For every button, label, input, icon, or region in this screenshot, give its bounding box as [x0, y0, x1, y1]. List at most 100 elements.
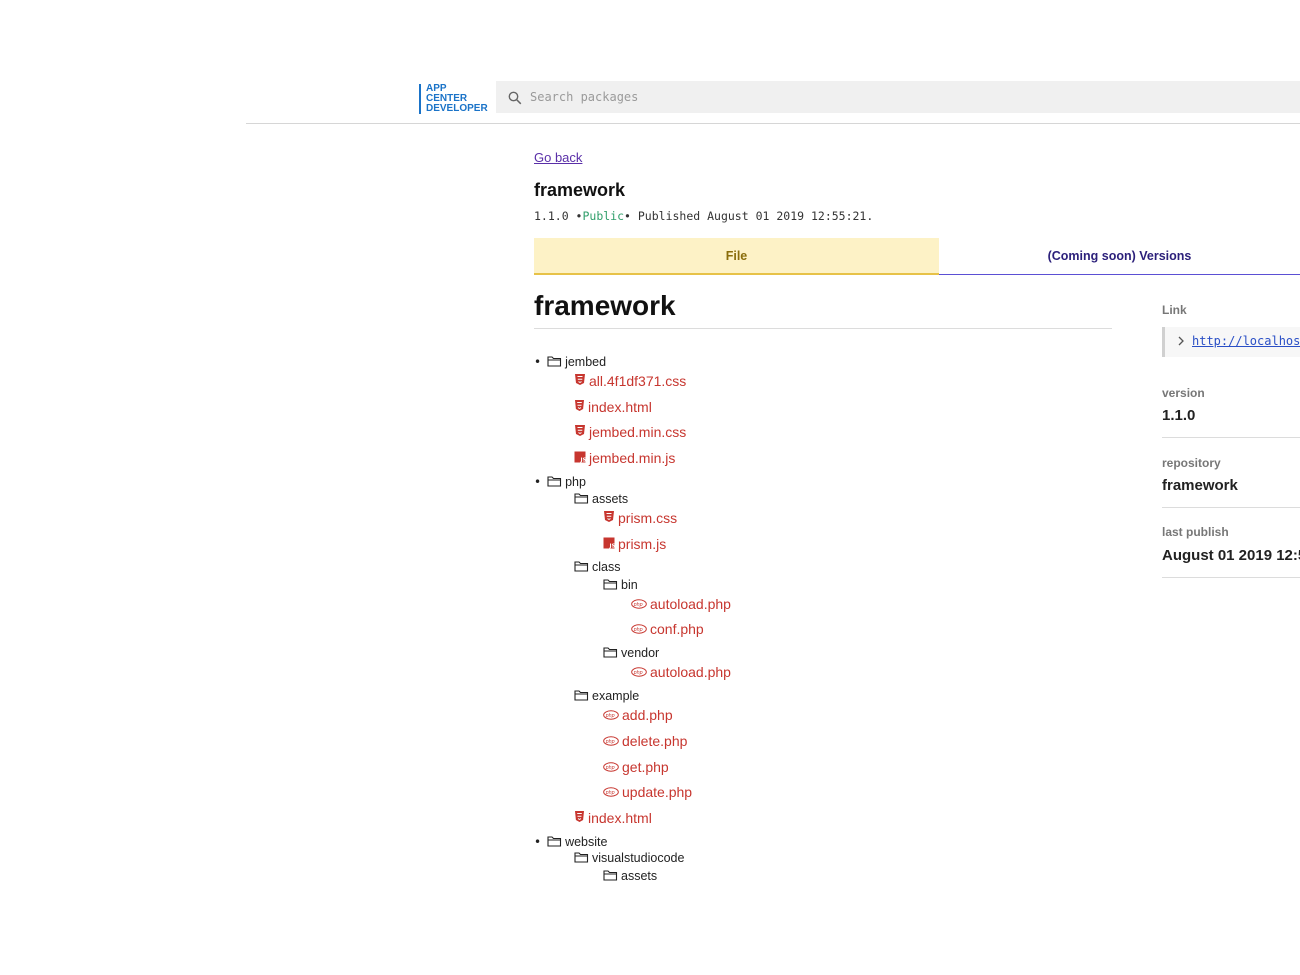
css-icon — [574, 422, 586, 441]
file-link[interactable]: jembed.min.css — [589, 424, 686, 440]
folder-name: php — [565, 474, 586, 489]
package-meta: 1.1.0 •Public• Published August 01 2019 … — [534, 209, 873, 223]
svg-text:JS: JS — [609, 544, 616, 550]
file-link[interactable]: prism.css — [618, 510, 677, 526]
package-link[interactable]: http://localhost/framework — [1192, 334, 1300, 348]
file-link[interactable]: autoload.php — [650, 596, 731, 612]
svg-text:php: php — [633, 602, 643, 608]
js-icon: JS — [603, 534, 616, 553]
folder-icon — [603, 643, 618, 662]
app-center-logo[interactable]: APP CENTER DEVELOPER — [419, 84, 488, 114]
link-box: http://localhost/framework — [1162, 327, 1300, 357]
tree-file[interactable]: php get.php — [603, 757, 669, 776]
tree-file[interactable]: JS jembed.min.js — [574, 448, 675, 467]
chevron-right-icon — [1178, 336, 1184, 346]
tab-versions[interactable]: (Coming soon) Versions — [939, 238, 1300, 275]
package-version: 1.1.0 — [534, 209, 569, 223]
folder-icon — [547, 352, 562, 371]
folder-name: bin — [621, 577, 638, 592]
tree-folder: • jembed — [534, 352, 606, 371]
file-link[interactable]: jembed.min.js — [589, 450, 675, 466]
tree-file[interactable]: php add.php — [603, 705, 673, 724]
js-icon: JS — [574, 448, 587, 467]
search-bar — [496, 81, 1300, 113]
folder-icon — [574, 489, 589, 508]
tree-file[interactable]: php autoload.php — [631, 594, 731, 613]
logo-line-3: DEVELOPER — [426, 103, 488, 114]
folder-name: assets — [621, 868, 658, 883]
readme-title: framework — [534, 290, 1112, 329]
folder-name: example — [592, 688, 640, 703]
css-icon — [574, 371, 586, 390]
tree-folder: class — [574, 557, 620, 576]
file-link[interactable]: conf.php — [650, 621, 704, 637]
folder-icon — [603, 575, 618, 594]
tree-file[interactable]: jembed.min.css — [574, 422, 686, 441]
folder-name: vendor — [621, 645, 660, 660]
php-icon: php — [631, 594, 647, 613]
file-link[interactable]: add.php — [622, 707, 673, 723]
php-icon: php — [603, 705, 619, 724]
link-label: Link — [1162, 303, 1187, 317]
php-icon: php — [603, 757, 619, 776]
tree-file[interactable]: JS prism.js — [603, 534, 666, 553]
tab-file[interactable]: File — [534, 238, 939, 275]
folder-icon — [574, 686, 589, 705]
go-back-link[interactable]: Go back — [534, 150, 582, 165]
package-title: framework — [534, 180, 626, 200]
tree-file[interactable]: all.4f1df371.css — [574, 371, 686, 390]
repository-label: repository — [1162, 456, 1221, 470]
file-link[interactable]: all.4f1df371.css — [589, 373, 686, 389]
tree-file[interactable]: php autoload.php — [631, 662, 731, 681]
list-bullet: • — [534, 474, 542, 489]
file-link[interactable]: index.html — [588, 399, 652, 415]
svg-text:php: php — [605, 739, 615, 745]
divider — [1162, 437, 1300, 438]
php-icon: php — [631, 619, 647, 638]
css-icon — [603, 508, 615, 527]
tab-bar: File (Coming soon) Versions — [534, 238, 1300, 275]
list-bullet: • — [534, 354, 542, 369]
php-icon: php — [603, 731, 619, 750]
svg-text:php: php — [605, 713, 615, 719]
html-icon — [574, 397, 585, 416]
svg-text:php: php — [605, 790, 615, 796]
folder-icon — [603, 866, 618, 885]
tree-folder: example — [574, 686, 639, 705]
folder-name: visualstudiocode — [592, 850, 685, 865]
tree-file[interactable]: index.html — [574, 808, 652, 827]
folder-name: website — [565, 834, 608, 849]
file-link[interactable]: index.html — [588, 810, 652, 826]
tree-folder: assets — [603, 866, 657, 885]
folder-icon — [574, 557, 589, 576]
file-link[interactable]: prism.js — [618, 536, 666, 552]
file-link[interactable]: autoload.php — [650, 664, 731, 680]
svg-text:php: php — [633, 670, 643, 676]
php-icon: php — [603, 782, 619, 801]
html-icon — [574, 808, 585, 827]
tree-file[interactable]: php update.php — [603, 782, 692, 801]
repository-value[interactable]: framework — [1162, 477, 1238, 494]
version-value: 1.1.0 — [1162, 407, 1196, 424]
top-header: APP CENTER DEVELOPER — [246, 0, 1300, 124]
tree-file[interactable]: php conf.php — [631, 619, 704, 638]
tree-file[interactable]: prism.css — [603, 508, 677, 527]
svg-text:JS: JS — [580, 458, 587, 464]
tree-folder: vendor — [603, 643, 659, 662]
divider — [1162, 577, 1300, 578]
folder-name: class — [592, 559, 621, 574]
tree-folder: bin — [603, 575, 638, 594]
folder-name: jembed — [565, 354, 607, 369]
tree-file[interactable]: index.html — [574, 397, 652, 416]
folder-icon — [547, 832, 562, 851]
tree-folder: visualstudiocode — [574, 848, 684, 867]
search-input[interactable] — [530, 85, 1230, 109]
svg-text:php: php — [605, 765, 615, 771]
tree-file[interactable]: php delete.php — [603, 731, 687, 750]
file-link[interactable]: update.php — [622, 784, 692, 800]
folder-icon — [574, 848, 589, 867]
file-link[interactable]: delete.php — [622, 733, 687, 749]
svg-text:php: php — [633, 627, 643, 633]
version-label: version — [1162, 386, 1205, 400]
file-link[interactable]: get.php — [622, 759, 669, 775]
